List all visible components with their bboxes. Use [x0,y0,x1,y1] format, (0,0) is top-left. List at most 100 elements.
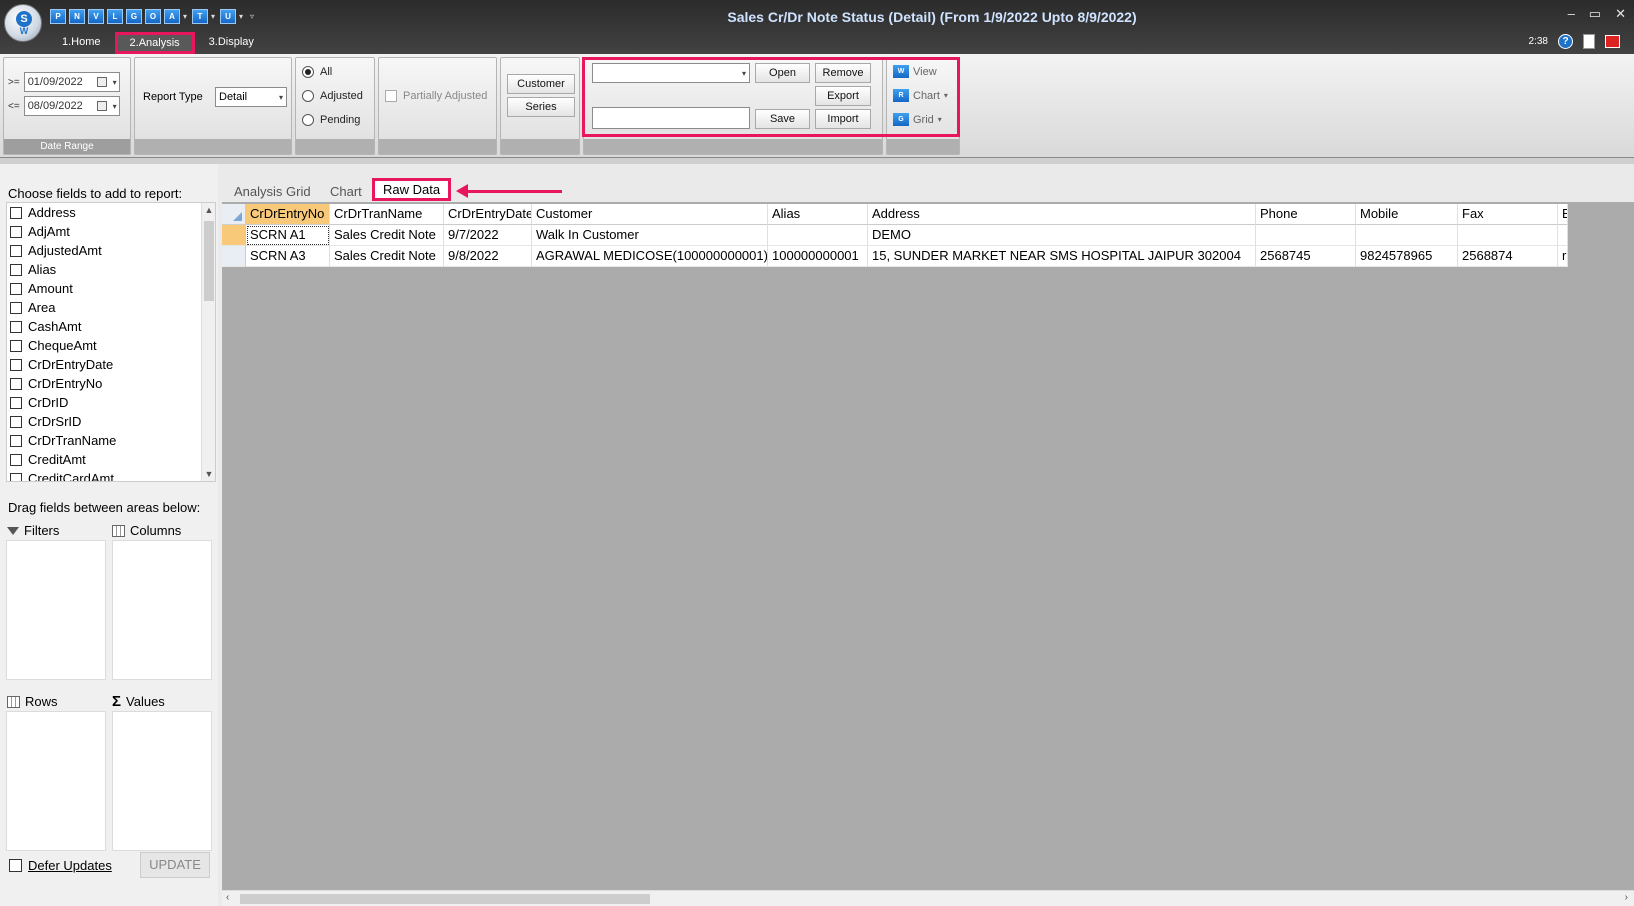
checkbox[interactable] [10,472,22,481]
tab-analysis[interactable]: 2.Analysis [114,32,195,54]
tab-analysis-grid[interactable]: Analysis Grid [234,184,311,199]
column-header[interactable]: Address [868,204,1256,225]
table-cell[interactable]: AGRAWAL MEDICOSE(100000000001) [532,246,768,267]
field-item[interactable]: AdjustedAmt [7,241,215,260]
column-header[interactable]: Customer [532,204,768,225]
table-cell[interactable]: 100000000001 [768,246,868,267]
checkbox[interactable] [10,339,22,352]
field-item[interactable]: Amount [7,279,215,298]
radio-button[interactable] [302,66,314,78]
mail-icon[interactable] [1605,35,1620,48]
radio-button[interactable] [302,114,314,126]
field-item[interactable]: CashAmt [7,317,215,336]
report-type-select[interactable]: Detail ▾ [215,87,287,107]
partially-adjusted-checkbox[interactable]: Partially Adjusted [385,90,487,102]
table-cell[interactable] [1458,225,1558,246]
table-cell[interactable] [768,225,868,246]
table-cell[interactable] [1356,225,1458,246]
checkbox[interactable] [385,90,397,102]
table-cell[interactable] [1558,225,1568,246]
radio-button[interactable] [302,90,314,102]
chevron-left-icon[interactable]: ‹ [226,892,229,903]
customer-button[interactable]: Customer [507,74,575,94]
table-cell[interactable]: DEMO [868,225,1256,246]
row-header[interactable] [222,246,246,267]
table-cell[interactable]: 15, SUNDER MARKET NEAR SMS HOSPITAL JAIP… [868,246,1256,267]
rows-drop-area[interactable] [6,711,106,851]
checkbox[interactable] [10,396,22,409]
table-cell[interactable]: SCRN A3 [246,246,330,267]
table-cell[interactable]: 9/8/2022 [444,246,532,267]
chevron-up-icon[interactable]: ▲ [202,205,215,215]
field-item[interactable]: AdjAmt [7,222,215,241]
scroll-thumb[interactable] [240,894,650,904]
field-item[interactable]: Address [7,203,215,222]
column-header[interactable]: CrDrEntryDate [444,204,532,225]
table-cell[interactable]: 9824578965 [1356,246,1458,267]
table-cell[interactable]: 9/7/2022 [444,225,532,246]
checkbox[interactable] [10,244,22,257]
chevron-down-icon[interactable]: ▼ [202,469,215,479]
field-list-scrollbar[interactable]: ▲ ▼ [201,203,215,481]
table-cell[interactable] [1256,225,1356,246]
radio-adjusted[interactable]: Adjusted [302,90,363,102]
radio-pending[interactable]: Pending [302,114,360,126]
to-date-picker[interactable]: 08/09/2022 ▾ [23,96,120,116]
field-item[interactable]: CreditCardAmt [7,469,215,481]
filters-drop-area[interactable] [6,540,106,680]
series-button[interactable]: Series [507,97,575,117]
field-item[interactable]: Area [7,298,215,317]
tab-home[interactable]: 1.Home [48,32,115,54]
field-item[interactable]: CrDrEntryDate [7,355,215,374]
select-all-corner[interactable] [222,204,246,225]
table-cell[interactable]: 2568874 [1458,246,1558,267]
field-item[interactable]: CrDrTranName [7,431,215,450]
table-cell[interactable]: Sales Credit Note [330,246,444,267]
table-cell[interactable]: 2568745 [1256,246,1356,267]
checkbox[interactable] [10,377,22,390]
columns-drop-area[interactable] [112,540,212,680]
checkbox[interactable] [9,859,22,872]
checkbox[interactable] [10,206,22,219]
close-button[interactable]: ✕ [1615,6,1626,22]
field-item[interactable]: CreditAmt [7,450,215,469]
minimize-button[interactable]: – [1568,6,1575,22]
checkbox[interactable] [10,263,22,276]
table-row[interactable]: SCRN A1 Sales Credit Note 9/7/2022 Walk In … [222,225,1632,246]
column-header[interactable]: E [1558,204,1568,225]
column-header[interactable]: Fax [1458,204,1558,225]
checkbox[interactable] [10,301,22,314]
table-row[interactable]: SCRN A3 Sales Credit Note 9/8/2022 AGRAWAL … [222,246,1632,267]
table-cell[interactable]: Walk In Customer [532,225,768,246]
radio-all[interactable]: All [302,66,332,78]
field-item[interactable]: CrDrEntryNo [7,374,215,393]
scroll-thumb[interactable] [204,221,214,301]
document-icon[interactable] [1583,34,1595,49]
field-item[interactable]: CrDrSrID [7,412,215,431]
defer-updates-checkbox[interactable]: Defer Updates [9,858,112,873]
checkbox[interactable] [10,415,22,428]
column-header[interactable]: Phone [1256,204,1356,225]
checkbox[interactable] [10,225,22,238]
chevron-right-icon[interactable]: › [1625,892,1628,903]
checkbox[interactable] [10,358,22,371]
column-header[interactable]: Mobile [1356,204,1458,225]
table-cell[interactable]: r [1558,246,1568,267]
values-drop-area[interactable] [112,711,212,851]
maximize-button[interactable]: ▭ [1589,6,1601,22]
tab-display[interactable]: 3.Display [195,32,268,54]
help-icon[interactable]: ? [1558,34,1573,49]
checkbox[interactable] [10,320,22,333]
checkbox[interactable] [10,282,22,295]
horizontal-scrollbar[interactable]: ‹ › [222,890,1634,906]
field-item[interactable]: CrDrID [7,393,215,412]
checkbox[interactable] [10,453,22,466]
table-cell[interactable]: Sales Credit Note [330,225,444,246]
column-header[interactable]: CrDrTranName [330,204,444,225]
update-button[interactable]: UPDATE [140,852,210,878]
from-date-picker[interactable]: 01/09/2022 ▾ [23,72,120,92]
checkbox[interactable] [10,434,22,447]
field-item[interactable]: ChequeAmt [7,336,215,355]
column-header[interactable]: CrDrEntryNo [246,204,330,225]
tab-raw-data[interactable]: Raw Data [372,178,452,201]
